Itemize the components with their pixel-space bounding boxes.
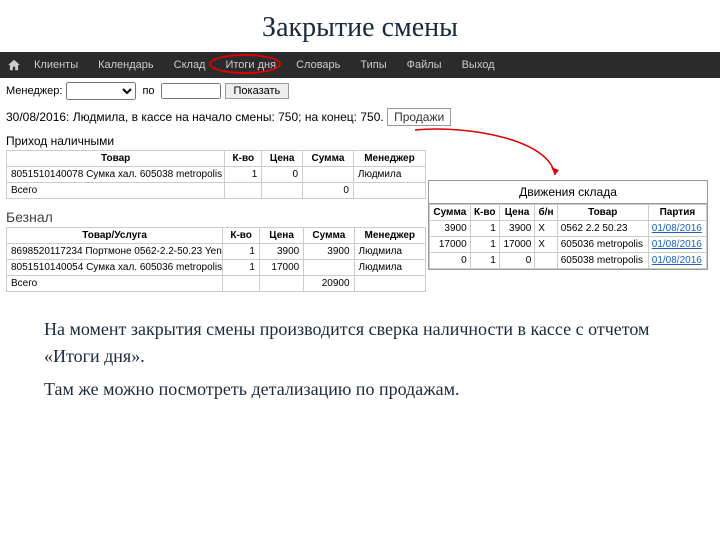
summary-line: 30/08/2016: Людмила, в кассе на начало с… (6, 104, 714, 130)
noncash-table: Товар/Услуга К-во Цена Сумма Менеджер 86… (6, 227, 426, 292)
cash-table: Товар К-во Цена Сумма Менеджер 805151014… (6, 150, 426, 199)
table-row: 8698520117234 Портмоне 0562-2.2-50.23 Ye… (7, 244, 426, 260)
table-total-row: Всего 20900 (7, 276, 426, 292)
main-navbar: Клиенты Календарь Склад Итоги дня Словар… (0, 52, 720, 78)
stock-movements-panel: Движения склада Сумма К-во Цена б/н Това… (428, 180, 708, 270)
home-icon[interactable] (4, 55, 24, 75)
date-to-input[interactable] (161, 83, 221, 99)
explanatory-text: На момент закрытия смены производится св… (0, 292, 720, 403)
nav-clients[interactable]: Клиенты (24, 52, 88, 78)
manager-select[interactable] (66, 82, 136, 100)
col-mgr: Менеджер (353, 151, 425, 167)
nav-stock[interactable]: Склад (164, 52, 216, 78)
table-row: 8051510140054 Сумка хал. 605036 metropol… (7, 260, 426, 276)
page-title: Закрытие смены (0, 0, 720, 52)
col-item: Товар/Услуга (7, 228, 223, 244)
nav-dictionary[interactable]: Словарь (286, 52, 350, 78)
col-qty: К-во (223, 228, 260, 244)
col-qty: К-во (225, 151, 262, 167)
nav-daily[interactable]: Итоги дня (215, 52, 286, 78)
batch-link[interactable]: 01/08/2016 (652, 255, 702, 266)
col-mgr: Менеджер (354, 228, 425, 244)
table-row: 3900 1 3900 X 0562 2.2 50.23 01/08/2016 (430, 221, 707, 237)
date-sep: по (142, 85, 154, 97)
batch-link[interactable]: 01/08/2016 (652, 223, 702, 234)
stock-title: Движения склада (429, 181, 707, 204)
nav-files[interactable]: Файлы (397, 52, 452, 78)
batch-link[interactable]: 01/08/2016 (652, 239, 702, 250)
nav-calendar[interactable]: Календарь (88, 52, 164, 78)
col-item: Товар (7, 151, 225, 167)
col-price: Цена (262, 151, 303, 167)
table-row: 8051510140078 Сумка хал. 605038 metropol… (7, 167, 426, 183)
nav-types[interactable]: Типы (350, 52, 396, 78)
nav-exit[interactable]: Выход (452, 52, 505, 78)
stock-table: Сумма К-во Цена б/н Товар Партия 3900 1 … (429, 204, 707, 269)
sales-link[interactable]: Продажи (387, 108, 451, 126)
manager-label: Менеджер: (6, 85, 62, 97)
table-row: 17000 1 17000 X 605036 metropolis 01/08/… (430, 237, 707, 253)
filter-toolbar: Менеджер: по Показать (0, 78, 720, 104)
col-sum: Сумма (303, 151, 354, 167)
cash-section-title: Приход наличными (6, 130, 714, 150)
col-price: Цена (259, 228, 303, 244)
table-row: 0 1 0 605038 metropolis 01/08/2016 (430, 253, 707, 269)
col-sum: Сумма (304, 228, 354, 244)
show-button[interactable]: Показать (225, 83, 290, 99)
table-total-row: Всего 0 (7, 183, 426, 199)
